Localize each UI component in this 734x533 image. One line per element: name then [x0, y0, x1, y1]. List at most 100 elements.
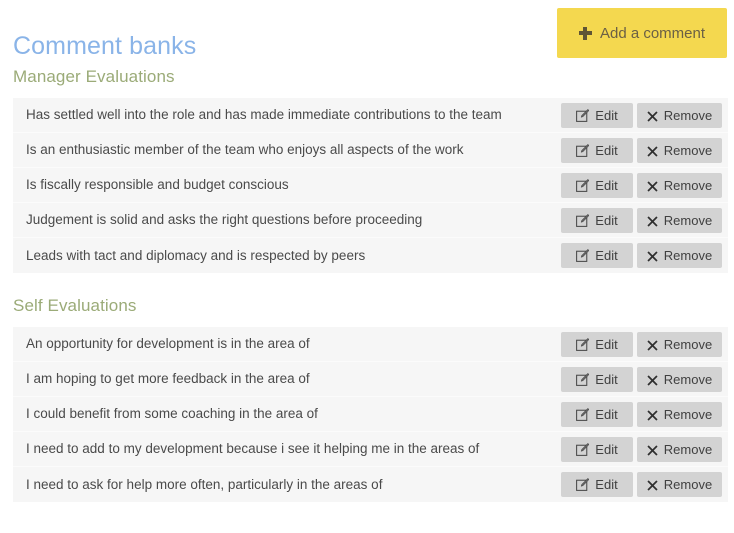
comment-bank-section: Manager Evaluations Has settled well into…: [0, 66, 734, 273]
edit-comment-button-label: Edit: [595, 107, 618, 123]
close-x-icon: [647, 215, 658, 227]
edit-comment-button[interactable]: Edit: [561, 207, 633, 233]
remove-comment-button[interactable]: Remove: [637, 102, 722, 128]
comment-row: Leads with tact and diplomacy and is res…: [13, 238, 728, 273]
row-actions: Edit Remove: [561, 472, 728, 497]
section-heading: Self Evaluations: [13, 296, 137, 315]
row-actions: Edit Remove: [561, 102, 728, 128]
remove-comment-button[interactable]: Remove: [637, 366, 722, 392]
close-x-icon: [647, 145, 658, 157]
comment-row: I need to ask for help more often, parti…: [13, 467, 728, 502]
add-a-comment-button-label: Add a comment: [599, 24, 706, 42]
remove-comment-button[interactable]: Remove: [637, 436, 722, 462]
comment-text: I could benefit from some coaching in th…: [26, 406, 318, 421]
edit-comment-button[interactable]: Edit: [561, 102, 633, 128]
pencil-square-icon: [576, 178, 590, 192]
comment-text: An opportunity for development is in the…: [26, 336, 310, 351]
close-x-icon: [647, 374, 658, 386]
section-heading: Manager Evaluations: [13, 67, 175, 86]
page-header: Comment banks Add a comment: [0, 0, 734, 66]
pencil-square-icon: [576, 249, 590, 262]
comment-row: Has settled well into the role and has m…: [13, 98, 728, 133]
row-actions: Edit Remove: [561, 436, 728, 462]
row-actions: Edit Remove: [561, 172, 728, 198]
pencil-square-icon: [576, 407, 590, 421]
edit-comment-button-label: Edit: [595, 477, 618, 492]
remove-comment-button-label: Remove: [663, 212, 713, 228]
remove-comment-button[interactable]: Remove: [637, 243, 722, 268]
edit-comment-button-label: Edit: [595, 371, 618, 387]
row-actions: Edit Remove: [561, 137, 728, 163]
comment-text: I am hoping to get more feedback in the …: [26, 371, 310, 386]
edit-comment-button-label: Edit: [595, 212, 618, 228]
comment-row: I need to add to my development because …: [13, 432, 728, 467]
row-actions: Edit Remove: [561, 243, 728, 268]
comment-row: Is an enthusiastic member of the team wh…: [13, 133, 728, 168]
edit-comment-button[interactable]: Edit: [561, 137, 633, 163]
edit-comment-button[interactable]: Edit: [561, 366, 633, 392]
pencil-square-icon: [576, 478, 590, 491]
edit-comment-button[interactable]: Edit: [561, 331, 633, 357]
edit-comment-button[interactable]: Edit: [561, 243, 633, 268]
comment-bank-section: Self Evaluations An opportunity for devel…: [0, 295, 734, 502]
comment-table: Has settled well into the role and has m…: [13, 98, 728, 273]
comment-banks-page: Comment banks Add a comment Manager Eval…: [0, 0, 734, 533]
edit-comment-button-label: Edit: [595, 406, 618, 422]
remove-comment-button[interactable]: Remove: [637, 401, 722, 427]
comment-row: I could benefit from some coaching in th…: [13, 397, 728, 432]
row-actions: Edit Remove: [561, 331, 728, 357]
remove-comment-button[interactable]: Remove: [637, 172, 722, 198]
comment-text: Is an enthusiastic member of the team wh…: [26, 142, 464, 157]
comment-table: An opportunity for development is in the…: [13, 327, 728, 502]
comment-text: I need to ask for help more often, parti…: [26, 476, 383, 492]
remove-comment-button[interactable]: Remove: [637, 331, 722, 357]
remove-comment-button[interactable]: Remove: [637, 207, 722, 233]
edit-comment-button-label: Edit: [595, 177, 618, 193]
close-x-icon: [647, 479, 658, 491]
close-x-icon: [647, 444, 658, 456]
pencil-square-icon: [576, 372, 590, 386]
comment-row: Is fiscally responsible and budget consc…: [13, 168, 728, 203]
edit-comment-button-label: Edit: [595, 441, 618, 457]
pencil-square-icon: [576, 442, 590, 456]
comment-row: An opportunity for development is in the…: [13, 327, 728, 362]
add-a-comment-button[interactable]: Add a comment: [557, 8, 727, 58]
plus-icon: [578, 26, 592, 40]
close-x-icon: [647, 409, 658, 421]
page-title: Comment banks: [13, 31, 197, 60]
row-actions: Edit Remove: [561, 401, 728, 427]
remove-comment-button-label: Remove: [663, 107, 713, 123]
pencil-square-icon: [576, 108, 590, 122]
comment-row: I am hoping to get more feedback in the …: [13, 362, 728, 397]
close-x-icon: [647, 180, 658, 192]
close-x-icon: [647, 339, 658, 351]
close-x-icon: [647, 250, 658, 262]
pencil-square-icon: [576, 337, 590, 351]
comment-text: I need to add to my development because …: [26, 441, 480, 456]
remove-comment-button-label: Remove: [663, 177, 713, 193]
edit-comment-button[interactable]: Edit: [561, 172, 633, 198]
comment-text: Leads with tact and diplomacy and is res…: [26, 247, 366, 263]
pencil-square-icon: [576, 143, 590, 157]
close-x-icon: [647, 110, 658, 122]
remove-comment-button-label: Remove: [663, 406, 713, 422]
remove-comment-button-label: Remove: [663, 371, 713, 387]
row-actions: Edit Remove: [561, 366, 728, 392]
remove-comment-button-label: Remove: [663, 248, 713, 263]
remove-comment-button[interactable]: Remove: [637, 472, 722, 497]
edit-comment-button-label: Edit: [595, 142, 618, 158]
sections-container: Manager Evaluations Has settled well into…: [0, 66, 734, 502]
edit-comment-button[interactable]: Edit: [561, 436, 633, 462]
comment-row: Judgement is solid and asks the right qu…: [13, 203, 728, 238]
remove-comment-button[interactable]: Remove: [637, 137, 722, 163]
pencil-square-icon: [576, 213, 590, 227]
edit-comment-button[interactable]: Edit: [561, 472, 633, 497]
row-actions: Edit Remove: [561, 207, 728, 233]
remove-comment-button-label: Remove: [663, 142, 713, 158]
comment-text: Is fiscally responsible and budget consc…: [26, 177, 289, 192]
remove-comment-button-label: Remove: [663, 441, 713, 457]
edit-comment-button-label: Edit: [595, 336, 618, 352]
edit-comment-button[interactable]: Edit: [561, 401, 633, 427]
comment-text: Has settled well into the role and has m…: [26, 107, 502, 122]
remove-comment-button-label: Remove: [663, 336, 713, 352]
